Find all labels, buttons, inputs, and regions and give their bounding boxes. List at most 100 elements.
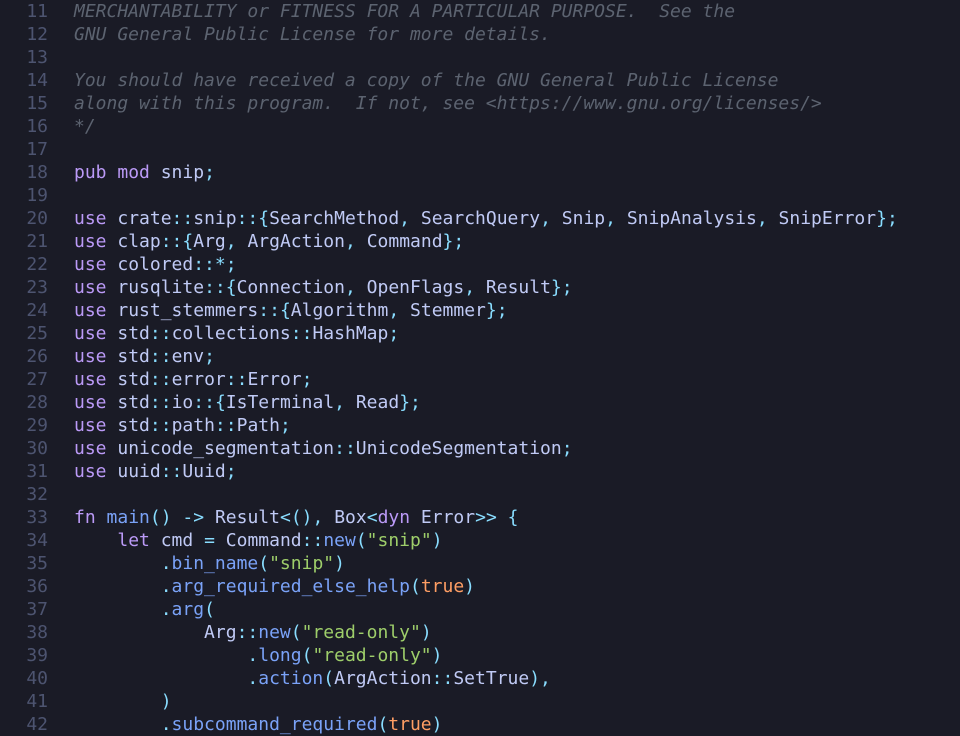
token-kw: dyn	[378, 507, 411, 528]
code-line[interactable]: .arg(	[74, 598, 960, 621]
code-line[interactable]: use std::error::Error;	[74, 368, 960, 391]
token-op: .	[247, 645, 258, 666]
token-op: (	[204, 599, 215, 620]
code-line[interactable]: use rusqlite::{Connection, OpenFlags, Re…	[74, 276, 960, 299]
token-kw: use	[74, 254, 107, 275]
token-op: ;	[497, 300, 508, 321]
code-line[interactable]: You should have received a copy of the G…	[74, 69, 960, 92]
token-ty: SearchQuery	[421, 208, 540, 229]
token-fnname: action	[258, 668, 323, 689]
token-ty: Box	[334, 507, 367, 528]
token-op: (	[150, 507, 161, 528]
code-line[interactable]: */	[74, 115, 960, 138]
token-id: std	[117, 346, 150, 367]
token-op: ,	[334, 392, 345, 413]
code-line[interactable]: use std::env;	[74, 345, 960, 368]
code-line[interactable]: use rust_stemmers::{Algorithm, Stemmer};	[74, 299, 960, 322]
token-op: ,	[313, 507, 324, 528]
token-op: ::	[172, 208, 194, 229]
token-ty: Snip	[562, 208, 605, 229]
token-fnname: new	[258, 622, 291, 643]
token-kw: use	[74, 277, 107, 298]
token-op: ::	[258, 300, 280, 321]
token-ty: Result	[215, 507, 280, 528]
code-line[interactable]: .subcommand_required(true)	[74, 713, 960, 736]
token-cm: along with this program. If not, see <ht…	[74, 93, 822, 114]
line-number: 19	[0, 184, 48, 207]
code-line[interactable]: use std::path::Path;	[74, 414, 960, 437]
line-number-gutter: 1112131415161718192021222324252627282930…	[0, 0, 58, 720]
code-line[interactable]: .action(ArgAction::SetTrue),	[74, 667, 960, 690]
token-id: error	[172, 369, 226, 390]
code-line[interactable]: use unicode_segmentation::UnicodeSegment…	[74, 437, 960, 460]
token-ty: SnipAnalysis	[627, 208, 757, 229]
token-op: (	[291, 507, 302, 528]
code-line[interactable]: use std::collections::HashMap;	[74, 322, 960, 345]
token-id: uuid	[117, 461, 160, 482]
token-id: snip	[161, 162, 204, 183]
token-fnname: new	[323, 530, 356, 551]
line-number: 34	[0, 529, 48, 552]
token-ty: HashMap	[312, 323, 388, 344]
token-kw: fn	[74, 507, 96, 528]
code-editor[interactable]: 1112131415161718192021222324252627282930…	[0, 0, 960, 720]
line-number: 15	[0, 92, 48, 115]
token-ty: Uuid	[182, 461, 225, 482]
line-number: 20	[0, 207, 48, 230]
token-kw: use	[74, 346, 107, 367]
code-line[interactable]: pub mod snip;	[74, 161, 960, 184]
code-line[interactable]: use std::io::{IsTerminal, Read};	[74, 391, 960, 414]
token-ty: Arg	[204, 622, 237, 643]
token-id: rust_stemmers	[117, 300, 258, 321]
token-op: <	[280, 507, 291, 528]
token-op: ,	[540, 668, 551, 689]
code-line[interactable]	[74, 184, 960, 207]
token-op: )	[421, 622, 432, 643]
token-id: rusqlite	[117, 277, 204, 298]
code-line[interactable]: use uuid::Uuid;	[74, 460, 960, 483]
code-line[interactable]: use crate::snip::{SearchMethod, SearchQu…	[74, 207, 960, 230]
code-line[interactable]: use clap::{Arg, ArgAction, Command};	[74, 230, 960, 253]
token-id: crate	[117, 208, 171, 229]
token-op: ,	[388, 300, 399, 321]
token-kw: use	[74, 231, 107, 252]
token-op: .	[247, 668, 258, 689]
token-op: {	[280, 300, 291, 321]
token-kw: use	[74, 415, 107, 436]
token-ty: SetTrue	[453, 668, 529, 689]
code-line[interactable]: use colored::*;	[74, 253, 960, 276]
token-op: ::	[291, 323, 313, 344]
code-line[interactable]: MERCHANTABILITY or FITNESS FOR A PARTICU…	[74, 0, 960, 23]
line-number: 18	[0, 161, 48, 184]
token-op: ->	[182, 507, 204, 528]
line-number: 30	[0, 437, 48, 460]
code-line[interactable]	[74, 483, 960, 506]
line-number: 11	[0, 0, 48, 23]
code-line[interactable]	[74, 46, 960, 69]
code-line[interactable]: )	[74, 690, 960, 713]
code-line[interactable]: .bin_name("snip")	[74, 552, 960, 575]
token-op: ::	[193, 392, 215, 413]
code-line[interactable]: along with this program. If not, see <ht…	[74, 92, 960, 115]
token-id: std	[117, 415, 150, 436]
token-st: "snip"	[367, 530, 432, 551]
code-line[interactable]	[74, 138, 960, 161]
code-content[interactable]: MERCHANTABILITY or FITNESS FOR A PARTICU…	[58, 0, 960, 720]
code-line[interactable]: let cmd = Command::new("snip")	[74, 529, 960, 552]
token-id: io	[172, 392, 194, 413]
token-ty: Error	[421, 507, 475, 528]
line-number: 37	[0, 598, 48, 621]
token-op: ::	[150, 323, 172, 344]
line-number: 29	[0, 414, 48, 437]
token-op: ::	[334, 438, 356, 459]
token-op: }	[443, 231, 454, 252]
token-op: .	[161, 599, 172, 620]
line-number: 33	[0, 506, 48, 529]
code-line[interactable]: Arg::new("read-only")	[74, 621, 960, 644]
token-op: ::	[237, 208, 259, 229]
code-line[interactable]: fn main() -> Result<(), Box<dyn Error>> …	[74, 506, 960, 529]
code-line[interactable]: GNU General Public License for more deta…	[74, 23, 960, 46]
code-line[interactable]: .arg_required_else_help(true)	[74, 575, 960, 598]
token-op: (	[377, 714, 388, 735]
code-line[interactable]: .long("read-only")	[74, 644, 960, 667]
